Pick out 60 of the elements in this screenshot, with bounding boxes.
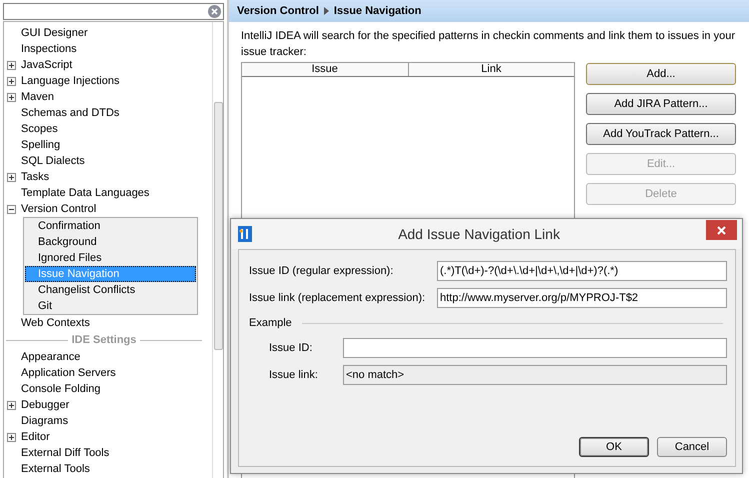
tree-item[interactable]: Schemas and DTDs [21, 107, 120, 119]
expand-icon[interactable] [7, 400, 16, 410]
app-logo-icon [238, 226, 252, 242]
column-header[interactable]: Link [408, 63, 574, 76]
tree-item[interactable]: Spelling [21, 139, 60, 151]
tree-item[interactable]: External Tools [21, 463, 90, 475]
expand-icon[interactable] [7, 432, 16, 442]
action-button[interactable]: Add... [586, 63, 736, 85]
chevron-icon [324, 7, 329, 15]
tree-item[interactable]: Web Contexts [21, 317, 90, 329]
text-field[interactable]: (.*)T(\d+)-?(\d+\.\d+|\d+\,\d+|\d+)?(.*) [437, 261, 727, 281]
tree-item[interactable]: Tasks [21, 171, 50, 183]
tree-item[interactable]: Ignored Files [25, 250, 196, 266]
expand-icon[interactable] [7, 92, 16, 102]
tree-item[interactable]: Confirmation [25, 218, 196, 234]
tree-item[interactable]: JavaScript [21, 59, 72, 71]
tree-item[interactable]: Editor [21, 431, 50, 443]
collapse-icon[interactable] [7, 204, 16, 214]
expand-icon[interactable] [7, 172, 16, 182]
tree-item[interactable]: Application Servers [21, 367, 116, 379]
breadcrumb-item: Issue Navigation [334, 5, 422, 17]
field-label: Issue link: [269, 369, 319, 381]
field-label: Issue ID (regular expression): [249, 265, 394, 277]
tree-item[interactable]: Language Injections [21, 75, 120, 87]
clear-icon[interactable] [208, 5, 221, 18]
tree-item[interactable]: Inspections [21, 43, 77, 55]
tree-item[interactable]: Debugger [21, 399, 70, 411]
expand-icon[interactable] [7, 60, 16, 70]
action-button[interactable]: Add YouTrack Pattern... [586, 123, 736, 145]
column-header[interactable]: Issue [242, 63, 408, 76]
tree-item[interactable]: GUI Designer [21, 27, 88, 39]
tree-item[interactable]: Maven [21, 91, 54, 103]
tree-item[interactable]: Git [25, 298, 196, 314]
tree-item[interactable]: Appearance [21, 351, 80, 363]
tree-item[interactable]: SQL Dialects [21, 155, 85, 167]
tree-item[interactable]: Version Control [21, 203, 96, 215]
text-field[interactable]: http://www.myserver.org/p/MYPROJ-T$2 [437, 288, 727, 308]
scrollbar-thumb[interactable] [214, 102, 222, 350]
dialog-button[interactable]: Cancel [657, 437, 727, 457]
field-label: Issue link (replacement expression): [249, 292, 426, 304]
tree-item[interactable]: Background [25, 234, 196, 250]
close-button[interactable] [706, 220, 737, 240]
tree-item[interactable]: Console Folding [21, 383, 100, 395]
tree-item[interactable]: Template Data Languages [21, 187, 150, 199]
section-separator: IDE Settings [72, 334, 136, 346]
tree-item[interactable]: External Diff Tools [21, 447, 110, 459]
expand-icon[interactable] [7, 76, 16, 86]
description-text: IntelliJ IDEA will search for the specified patterns in checkin comments and link them to issues in your issue tracker: [241, 29, 736, 60]
breadcrumb-item: Version Control [237, 5, 319, 17]
dialog-button[interactable]: OK [579, 437, 649, 457]
tree-item[interactable]: Changelist Conflicts [25, 282, 196, 298]
text-field[interactable] [343, 338, 727, 358]
group-title: Example [249, 317, 292, 329]
close-icon [717, 226, 726, 234]
search-field[interactable] [3, 3, 224, 20]
action-button[interactable]: Add JIRA Pattern... [586, 93, 736, 115]
dialog-title: Add Issue Navigation Link [397, 226, 561, 242]
field-label: Issue ID: [269, 342, 314, 354]
tree-item[interactable]: Diagrams [21, 415, 68, 427]
tree-item[interactable]: Scopes [21, 123, 58, 135]
